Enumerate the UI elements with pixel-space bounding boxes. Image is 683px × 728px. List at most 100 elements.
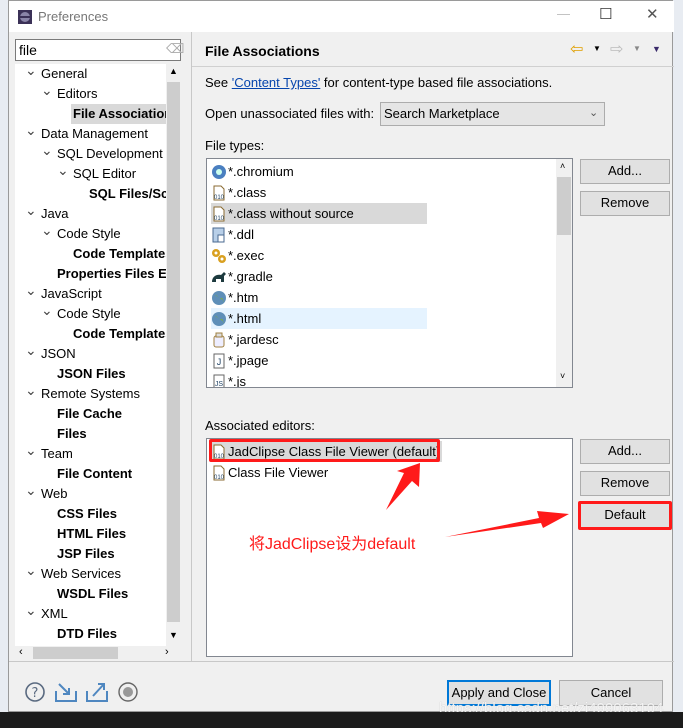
scroll-down-icon[interactable]: ˅: [560, 371, 565, 381]
file-type-row[interactable]: 010 *.class: [211, 182, 427, 203]
tree-item[interactable]: WSDL Files: [55, 584, 130, 604]
file-type-label: *.gradle: [228, 269, 273, 284]
back-icon[interactable]: ⇦: [570, 39, 583, 59]
tree-item[interactable]: JSP Files: [55, 544, 117, 564]
content-types-link[interactable]: 'Content Types': [232, 75, 321, 90]
tree-item[interactable]: Team: [39, 444, 75, 464]
file-type-row[interactable]: *.chromium: [211, 161, 427, 182]
tree-item[interactable]: SQL Development: [55, 144, 165, 164]
open-unassociated-select[interactable]: Search Marketplace ⌄: [380, 102, 605, 126]
tree-vertical-scrollbar[interactable]: ▲ ▼: [166, 64, 181, 646]
scroll-up-icon[interactable]: ˄: [560, 161, 565, 171]
expand-chevron-icon[interactable]: ⌄: [41, 302, 53, 319]
file-type-row[interactable]: *.html: [211, 308, 427, 329]
file-type-row[interactable]: *.gradle: [211, 266, 427, 287]
editor-row[interactable]: 010 Class File Viewer: [211, 462, 330, 483]
gradle-icon: [212, 271, 226, 282]
file-type-label: *.htm: [228, 290, 259, 305]
tree-item[interactable]: Remote Systems: [39, 384, 142, 404]
expand-chevron-icon[interactable]: ⌄: [25, 122, 37, 139]
export-icon[interactable]: [85, 681, 109, 703]
scroll-thumb[interactable]: [167, 82, 180, 622]
page-header: File Associations ⇦ ▼ ⇨ ▼ ▼: [192, 32, 674, 67]
tree-item[interactable]: XML: [39, 604, 70, 624]
tree-item[interactable]: Files: [55, 424, 89, 444]
expand-chevron-icon[interactable]: ⌄: [25, 562, 37, 579]
file-type-row[interactable]: 010 *.class without source: [211, 203, 427, 224]
add-file-type-button[interactable]: Add...: [580, 159, 670, 184]
tree-item[interactable]: File Cache: [55, 404, 124, 424]
view-menu-icon[interactable]: ▼: [652, 44, 661, 54]
jpage-icon: J: [213, 353, 225, 369]
expand-chevron-icon[interactable]: ⌄: [41, 222, 53, 239]
remove-file-type-button[interactable]: Remove: [580, 191, 670, 216]
tree-item[interactable]: Web: [39, 484, 70, 504]
pane-divider[interactable]: [191, 32, 192, 661]
tree-item[interactable]: JavaScript: [39, 284, 104, 304]
file-type-label: *.js: [228, 374, 247, 388]
record-icon[interactable]: [117, 681, 139, 703]
file-type-row[interactable]: *.ddl: [211, 224, 427, 245]
minimize-button[interactable]: —: [557, 6, 570, 21]
scroll-up-icon[interactable]: ▲: [169, 66, 178, 76]
tree-item[interactable]: Editors: [55, 84, 99, 104]
tree-item[interactable]: Web Services: [39, 564, 123, 584]
scroll-left-icon[interactable]: ‹: [19, 646, 23, 658]
expand-chevron-icon[interactable]: ⌄: [41, 82, 53, 99]
scroll-thumb[interactable]: [557, 177, 571, 235]
tree-item[interactable]: DTD Files: [55, 624, 119, 644]
maximize-button[interactable]: ☐: [599, 5, 612, 23]
tree-item[interactable]: File Associations: [71, 104, 181, 124]
remove-editor-button[interactable]: Remove: [580, 471, 670, 496]
tree-item[interactable]: File Content: [55, 464, 134, 484]
svg-text:010: 010: [214, 475, 225, 481]
tree-item[interactable]: Code Templates: [71, 324, 174, 344]
tree-item[interactable]: Java: [39, 204, 70, 224]
tree-item[interactable]: Code Templates: [71, 244, 174, 264]
expand-chevron-icon[interactable]: ⌄: [25, 382, 37, 399]
expand-chevron-icon[interactable]: ⌄: [25, 202, 37, 219]
help-icon[interactable]: ?: [24, 681, 46, 703]
svg-text:J: J: [217, 357, 222, 367]
clear-filter-icon[interactable]: ⌫: [166, 41, 184, 57]
file-type-row[interactable]: *.jardesc: [211, 329, 427, 350]
expand-chevron-icon[interactable]: ⌄: [25, 64, 37, 79]
globe-icon: [212, 311, 226, 326]
tree-horizontal-scrollbar[interactable]: ‹ ›: [15, 646, 181, 661]
hscroll-thumb[interactable]: [33, 647, 118, 659]
tree-item[interactable]: Data Management: [39, 124, 150, 144]
import-icon[interactable]: [54, 681, 78, 703]
file-type-row[interactable]: J *.jpage: [211, 350, 427, 371]
scroll-down-icon[interactable]: ▼: [169, 630, 178, 640]
tree-item[interactable]: HTML Files: [55, 524, 128, 544]
expand-chevron-icon[interactable]: ⌄: [41, 142, 53, 159]
expand-chevron-icon[interactable]: ⌄: [57, 162, 69, 179]
tree-item[interactable]: JSON Files: [55, 364, 128, 384]
file-type-row[interactable]: *.exec: [211, 245, 427, 266]
file-types-scrollbar[interactable]: ˄ ˅: [556, 159, 572, 387]
scroll-right-icon[interactable]: ›: [165, 646, 169, 658]
tree-item[interactable]: Properties Files Editor: [55, 264, 181, 284]
tree-item[interactable]: General: [39, 64, 89, 84]
expand-chevron-icon[interactable]: ⌄: [25, 342, 37, 359]
expand-chevron-icon[interactable]: ⌄: [25, 442, 37, 459]
add-editor-button[interactable]: Add...: [580, 439, 670, 464]
forward-icon[interactable]: ⇨: [610, 39, 623, 59]
close-button[interactable]: ✕: [646, 5, 659, 23]
tree-item[interactable]: Code Style: [55, 304, 123, 324]
file-type-row[interactable]: *.htm: [211, 287, 427, 308]
expand-chevron-icon[interactable]: ⌄: [25, 482, 37, 499]
tree-item[interactable]: CSS Files: [55, 504, 119, 524]
tree-item[interactable]: SQL Editor: [71, 164, 138, 184]
tree-item[interactable]: JSON: [39, 344, 78, 364]
file-type-label: *.chromium: [228, 164, 294, 179]
back-menu-icon[interactable]: ▼: [593, 44, 601, 53]
filter-input[interactable]: file ⌫: [15, 39, 184, 61]
expand-chevron-icon[interactable]: ⌄: [25, 282, 37, 299]
svg-text:010: 010: [214, 216, 225, 222]
forward-menu-icon[interactable]: ▼: [633, 44, 641, 53]
jar-icon: [213, 332, 225, 348]
expand-chevron-icon[interactable]: ⌄: [25, 602, 37, 619]
file-type-row[interactable]: JS *.js: [211, 371, 427, 388]
tree-item[interactable]: Code Style: [55, 224, 123, 244]
